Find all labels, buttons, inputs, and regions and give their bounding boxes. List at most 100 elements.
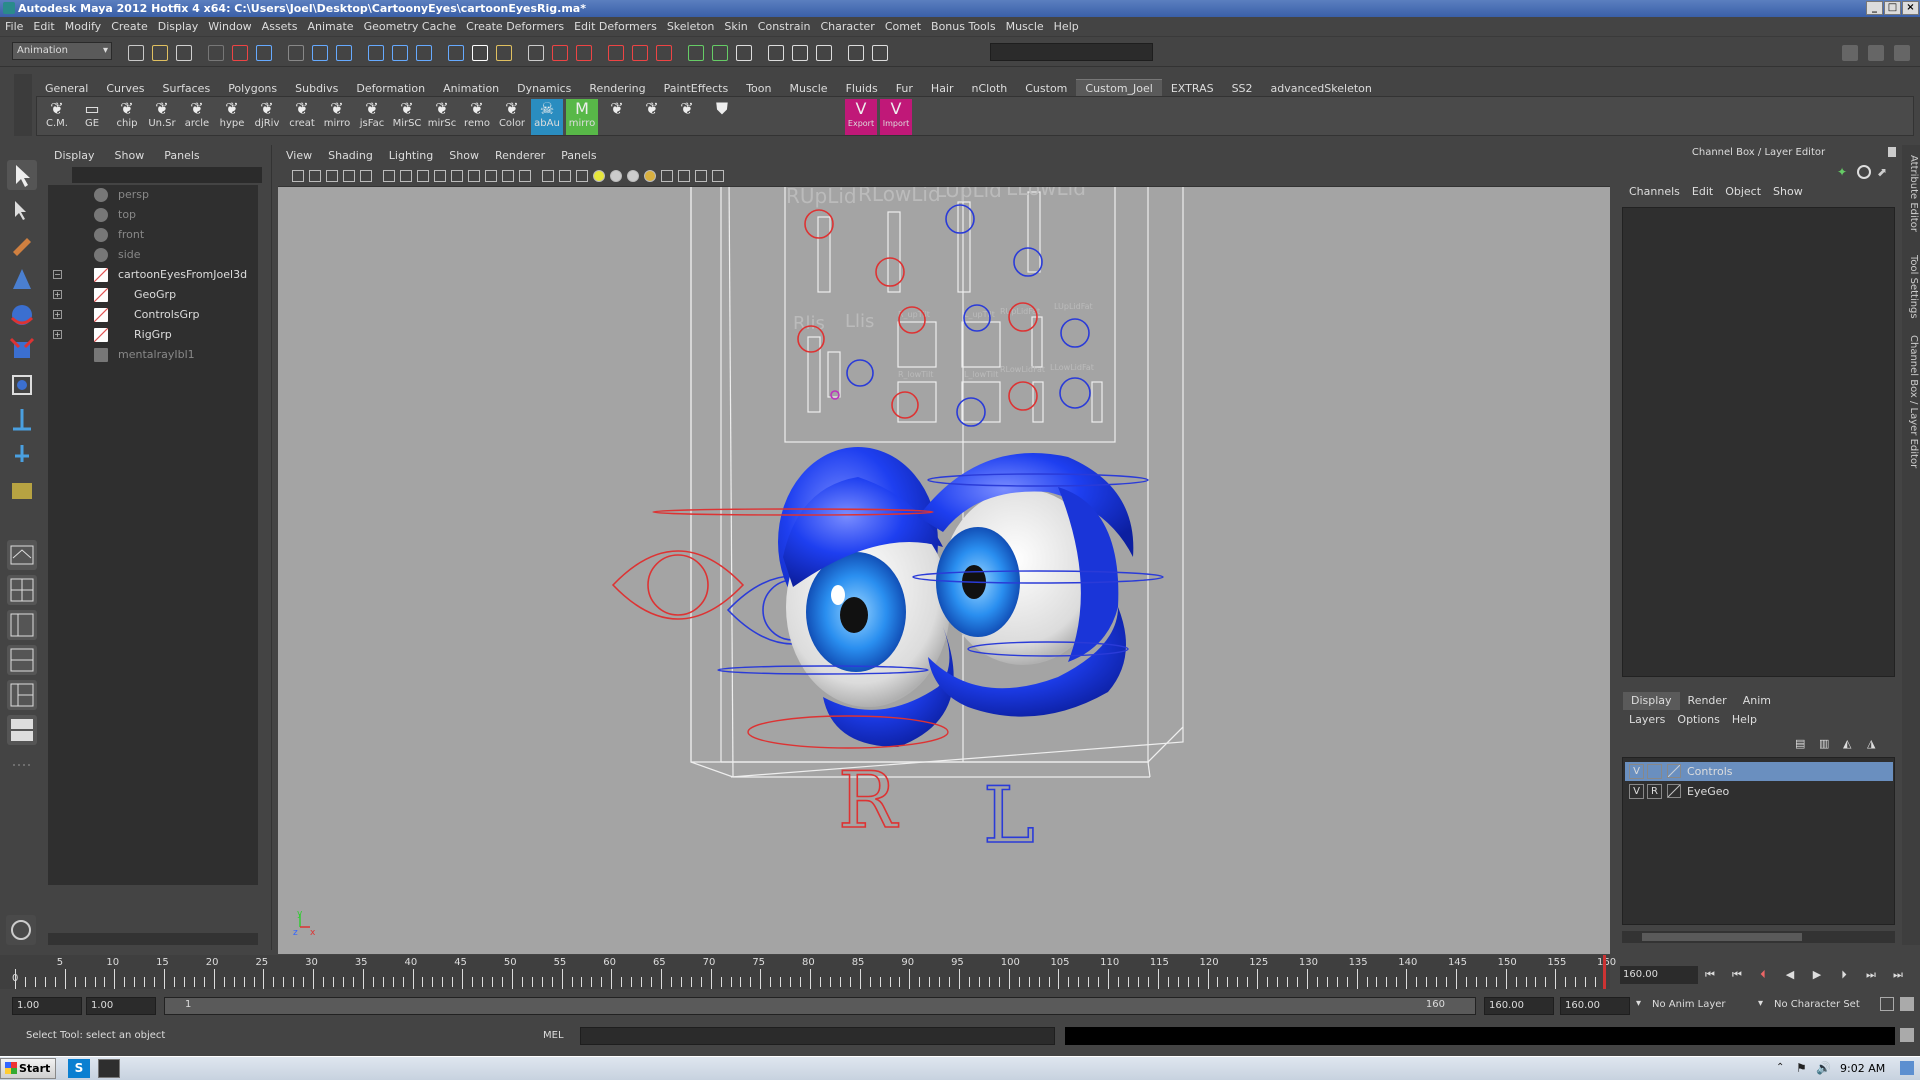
layer-tab-display[interactable]: Display — [1623, 692, 1680, 710]
menu-create[interactable]: Create — [106, 17, 153, 37]
shelf-tab-advancedskeleton[interactable]: advancedSkeleton — [1262, 80, 1381, 97]
shelf-tab-subdivs[interactable]: Subdivs — [286, 80, 347, 97]
menu-edit[interactable]: Edit — [28, 17, 59, 37]
step-back-key-icon[interactable]: ⏮ — [1727, 966, 1747, 984]
shelf-menu-handle[interactable] — [14, 74, 32, 136]
outliner-item[interactable]: mentalrayIbl1 — [48, 345, 258, 365]
lock-icon[interactable] — [496, 45, 512, 61]
viewport-tool-2-icon[interactable] — [326, 170, 338, 182]
shelf-tab-fluids[interactable]: Fluids — [837, 80, 887, 97]
shelf-button-12[interactable]: ❦ remo — [461, 99, 493, 135]
outliner-menu-display[interactable]: Display — [44, 145, 105, 167]
step-forward-key-icon[interactable]: ⏭ — [1861, 966, 1881, 984]
select-hierarchy-icon[interactable] — [232, 45, 248, 61]
script-language-label[interactable]: MEL — [543, 1030, 564, 1041]
outliner-item[interactable]: side — [48, 245, 258, 265]
layer-menu-options[interactable]: Options — [1671, 713, 1725, 726]
viewport-tool-10-icon[interactable] — [468, 170, 480, 182]
layer-row[interactable]: V Controls — [1625, 762, 1893, 781]
viewport-tool-1-icon[interactable] — [309, 170, 321, 182]
shelf-tab-ss2[interactable]: SS2 — [1223, 80, 1262, 97]
maya-taskbar-icon[interactable] — [98, 1059, 120, 1078]
shelf-button-1[interactable]: ▭ GE — [76, 99, 108, 135]
new-layer-selected-icon[interactable]: ▤ — [1795, 737, 1813, 753]
outliner-item[interactable]: persp — [48, 185, 258, 205]
channelbox-menu-object[interactable]: Object — [1719, 185, 1767, 198]
layer-display-type-toggle[interactable]: R — [1647, 784, 1662, 799]
menu-geometry-cache[interactable]: Geometry Cache — [359, 17, 462, 37]
minimize-button[interactable]: _ — [1866, 1, 1883, 15]
side-tab-attribute-editor[interactable]: Attribute Editor — [1903, 155, 1919, 232]
shelf-tool-5[interactable] — [782, 99, 814, 135]
time-slider[interactable]: 5 10 15 20 25 30 35 40 45 50 55 60 65 70 75 80 85 90 95 100… — [0, 955, 1616, 989]
anim-layer-dropdown-icon[interactable]: ▾ — [1636, 998, 1641, 1009]
viewport-tool-24-icon[interactable] — [712, 170, 724, 182]
viewport-tool-22-icon[interactable] — [678, 170, 690, 182]
soft-mod-tool-icon[interactable] — [7, 405, 37, 435]
menu-bonus-tools[interactable]: Bonus Tools — [926, 17, 1001, 37]
speed-icon[interactable] — [1857, 165, 1871, 179]
anim-prefs-icon[interactable] — [1900, 997, 1914, 1011]
viewport-tool-9-icon[interactable] — [451, 170, 463, 182]
shelf-tab-hair[interactable]: Hair — [922, 80, 963, 97]
layer-tab-anim[interactable]: Anim — [1735, 692, 1779, 710]
menu-set-selector[interactable]: Animation ▾ — [12, 42, 112, 60]
show-hide-toolbox-icon[interactable] — [1868, 45, 1884, 61]
toggle-f-icon[interactable] — [872, 45, 888, 61]
shelf-tab-fur[interactable]: Fur — [887, 80, 922, 97]
layer-menu-help[interactable]: Help — [1726, 713, 1763, 726]
shelf-tool-3[interactable] — [712, 99, 744, 135]
shelf-tab-toon[interactable]: Toon — [737, 80, 780, 97]
menu-modify[interactable]: Modify — [60, 17, 106, 37]
viewport-tool-16-icon[interactable] — [576, 170, 588, 182]
new-scene-icon[interactable] — [128, 45, 144, 61]
viewport-tool-11-icon[interactable] — [485, 170, 497, 182]
volume-icon[interactable]: 🔊 — [1816, 1061, 1831, 1075]
viewport-menu-view[interactable]: View — [278, 145, 320, 167]
outliner-item[interactable]: + ControlsGrp — [48, 305, 258, 325]
llowfat-control[interactable] — [1059, 377, 1091, 409]
shelf-tool-1[interactable] — [642, 99, 674, 135]
shelf-button-15[interactable]: Mmirro — [566, 99, 598, 135]
shelf-tool-6[interactable] — [817, 99, 849, 135]
shelf-button-8[interactable]: ❦ mirro — [321, 99, 353, 135]
viewport-tool-21-icon[interactable] — [661, 170, 673, 182]
shelf-button-5[interactable]: ❦ hype — [216, 99, 248, 135]
menu-edit-deformers[interactable]: Edit Deformers — [569, 17, 662, 37]
shelf-button-4[interactable]: ❦ arcle — [181, 99, 213, 135]
menu-display[interactable]: Display — [153, 17, 204, 37]
viewport-tool-12-icon[interactable] — [502, 170, 514, 182]
snap-plane-icon[interactable] — [392, 45, 408, 61]
quick-select-input[interactable] — [990, 43, 1153, 61]
shelf-tab-animation[interactable]: Animation — [434, 80, 508, 97]
manipulator-icon[interactable]: ✦ — [1837, 165, 1851, 179]
current-frame-marker[interactable] — [1603, 955, 1606, 989]
r-lowtilt-control[interactable] — [891, 391, 919, 419]
camera-attr-icon[interactable] — [688, 45, 704, 61]
single-pane-layout-icon[interactable] — [7, 540, 37, 570]
shelf-tool-2[interactable] — [677, 99, 709, 135]
shelf-tool-0[interactable] — [607, 99, 639, 135]
shelf-tab-general[interactable]: General — [36, 80, 97, 97]
tray-arrow-icon[interactable]: ⌃ — [1776, 1062, 1784, 1073]
viewport-tool-7-icon[interactable] — [417, 170, 429, 182]
shelf-button-13[interactable]: ❦ Color — [496, 99, 528, 135]
custom-layout-icon[interactable] — [7, 715, 37, 745]
viewport-tool-14-icon[interactable] — [542, 170, 554, 182]
shelf-button-3[interactable]: ❦ Un.Sr — [146, 99, 178, 135]
snap-grid-icon[interactable] — [312, 45, 328, 61]
shelf-tab-extras[interactable]: EXTRAS — [1162, 80, 1223, 97]
outliner-item[interactable]: top — [48, 205, 258, 225]
history-icon[interactable] — [448, 45, 464, 61]
menu-constrain[interactable]: Constrain — [753, 17, 816, 37]
viewport-tool-19-icon[interactable] — [627, 170, 639, 182]
expand-icon[interactable]: + — [53, 330, 62, 339]
outliner-item[interactable]: front — [48, 225, 258, 245]
llis-control[interactable] — [846, 359, 874, 387]
layer-color-icon[interactable] — [1667, 764, 1681, 778]
toggle-c-icon[interactable] — [792, 45, 808, 61]
shelf-tab-dynamics[interactable]: Dynamics — [508, 80, 580, 97]
viewport-menu-show[interactable]: Show — [441, 145, 487, 167]
viewport-tool-0-icon[interactable] — [292, 170, 304, 182]
viewport-tool-6-icon[interactable] — [400, 170, 412, 182]
